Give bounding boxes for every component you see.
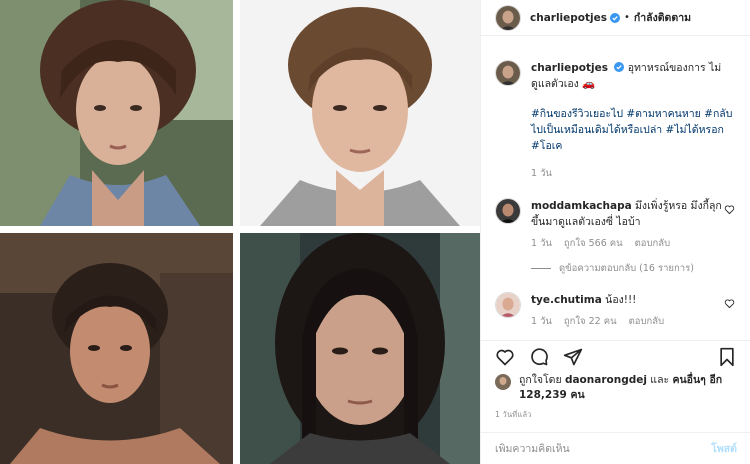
heart-icon[interactable]: [724, 204, 735, 215]
share-icon[interactable]: [563, 347, 583, 367]
comment-username[interactable]: tye.chutima: [531, 294, 602, 306]
hashtag-link[interactable]: #ไม่ได้หรอก: [666, 124, 724, 136]
view-replies-label: ดูข้อความตอบกลับ (16 รายการ): [559, 263, 694, 274]
hashtag-link[interactable]: #กินของรีวิวเยอะไป: [531, 108, 623, 120]
hashtag-link[interactable]: #ตามหาคนหาย: [626, 108, 700, 120]
photo-tile-bottom-right: [240, 233, 480, 464]
likes-summary: ถูกใจโดย daonarongdej และ คนอื่นๆ อีก 12…: [495, 373, 741, 403]
verified-badge-icon: [614, 62, 625, 72]
liked-by-prefix: ถูกใจโดย: [519, 374, 562, 386]
caption-username[interactable]: charliepotjes: [531, 62, 608, 74]
post-image[interactable]: [0, 0, 480, 464]
comment-item: moddamkachapa มึงเพิ่งรู้หรอ มึงกี้ลุกขึ…: [495, 198, 741, 252]
heart-icon[interactable]: [495, 347, 515, 367]
comment-input[interactable]: [495, 442, 712, 455]
comment-username[interactable]: moddamkachapa: [531, 200, 632, 212]
view-replies-button[interactable]: ดูข้อความตอบกลับ (16 รายการ): [531, 261, 694, 276]
liker-avatar[interactable]: [495, 374, 511, 390]
post-date[interactable]: 1 วันที่แล้ว: [495, 409, 532, 421]
replies-divider: [531, 268, 551, 269]
comment-timestamp[interactable]: 1 วัน: [531, 236, 552, 252]
bookmark-icon[interactable]: [717, 347, 737, 367]
heart-icon[interactable]: [724, 298, 735, 309]
post-header: charliepotjes • กำลังติดตาม: [481, 0, 750, 36]
liked-by-and: และ: [650, 374, 670, 386]
verified-badge-icon: [610, 12, 621, 23]
header-username[interactable]: charliepotjes: [530, 12, 607, 24]
avatar[interactable]: [495, 198, 521, 224]
following-button[interactable]: กำลังติดตาม: [634, 9, 691, 26]
hashtag-link[interactable]: #โอเค: [531, 140, 562, 152]
avatar[interactable]: [495, 292, 521, 318]
caption-timestamp[interactable]: 1 วัน: [531, 166, 741, 182]
post-button[interactable]: โพสต์: [711, 440, 737, 457]
reply-button[interactable]: ตอบกลับ: [629, 314, 665, 330]
avatar[interactable]: [495, 60, 521, 86]
comment-item: tye.chutima น้อง!!! 1 วัน ถูกใจ 22 คน ตอ…: [495, 292, 741, 330]
add-comment-bar: โพสต์: [481, 432, 750, 464]
avatar[interactable]: [495, 4, 521, 31]
liked-by-user[interactable]: daonarongdej: [565, 374, 647, 386]
photo-tile-top-left: [0, 0, 233, 226]
comment-icon[interactable]: [529, 347, 549, 367]
photo-tile-bottom-left: [0, 233, 233, 464]
comment-likes[interactable]: ถูกใจ 566 คน: [564, 236, 623, 252]
header-separator: •: [624, 12, 630, 23]
post-details-panel: charliepotjes • กำลังติดตาม charliepotje…: [480, 0, 750, 464]
hashtag-list: #กินของรีวิวเยอะไป #ตามหาคนหาย #กลับไปเป…: [531, 106, 741, 154]
reply-button[interactable]: ตอบกลับ: [635, 236, 671, 252]
photo-tile-top-right: [240, 0, 480, 226]
caption: charliepotjes อุทาหรณ์ของการ ไม่ดูแลตัวเ…: [495, 60, 741, 182]
comment-timestamp[interactable]: 1 วัน: [531, 314, 552, 330]
action-bar: [481, 340, 750, 372]
comment-text: น้อง!!!: [605, 294, 637, 306]
comment-likes[interactable]: ถูกใจ 22 คน: [564, 314, 617, 330]
